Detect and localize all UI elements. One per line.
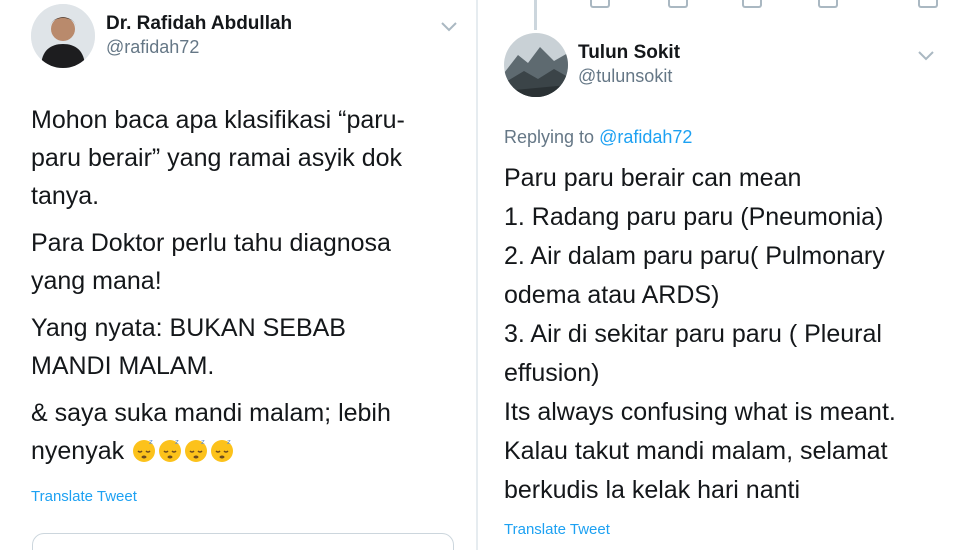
tweet-paragraph: Yang nyata: BUKAN SEBAB MANDI MALAM. — [31, 314, 346, 380]
translate-tweet-link[interactable]: Translate Tweet — [31, 488, 137, 505]
avatar-photo — [31, 4, 95, 68]
author-handle[interactable]: @rafidah72 — [106, 37, 199, 58]
avatar[interactable] — [504, 33, 568, 97]
tweet-right: Tulun Sokit @tulunsokit Replying to @raf… — [478, 0, 960, 550]
share-icon[interactable] — [818, 0, 838, 8]
tweet-line: berkudis la kelak hari nanti — [504, 476, 800, 504]
tweet-line: 1. Radang paru paru (Pneumonia) — [504, 203, 884, 231]
replying-to: Replying to @rafidah72 — [504, 127, 692, 148]
more-icon[interactable] — [918, 0, 938, 8]
sleeping-face-emoji-icon: z — [133, 438, 156, 462]
author-handle[interactable]: @tulunsokit — [578, 66, 672, 87]
sleeping-face-emoji-icon: z — [185, 438, 208, 462]
emoji-group: zzzz — [124, 437, 235, 465]
author-name[interactable]: Dr. Rafidah Abdullah — [106, 13, 292, 35]
like-icon[interactable] — [742, 0, 762, 8]
retweet-icon[interactable] — [668, 0, 688, 8]
translate-tweet-link[interactable]: Translate Tweet — [504, 521, 610, 538]
tweet-text: Mohon baca apa klasifikasi “paru-paru be… — [31, 101, 451, 479]
sleeping-face-emoji-icon: z — [211, 438, 234, 462]
svg-text:z: z — [149, 438, 153, 446]
svg-text:z: z — [175, 438, 179, 446]
tweet-line: 3. Air di sekitar paru paru ( Pleural — [504, 320, 882, 348]
tweet-paragraph-last: & saya suka mandi malam; lebih nyenyak z… — [31, 394, 411, 470]
tweet-paragraph: Mohon baca apa klasifikasi “paru-paru be… — [31, 106, 405, 210]
tweet-line: Its always confusing what is meant. — [504, 398, 896, 426]
tweet-line: 2. Air dalam paru paru( Pulmonary — [504, 242, 885, 270]
replying-prefix: Replying to — [504, 127, 595, 147]
tweet-left: Dr. Rafidah Abdullah @rafidah72 Mohon ba… — [0, 0, 476, 550]
tweet-text: Paru paru berair can mean 1. Radang paru… — [504, 159, 954, 510]
tweet-paragraph: Para Doktor perlu tahu diagnosa yang man… — [31, 229, 391, 295]
author-name[interactable]: Tulun Sokit — [578, 42, 680, 64]
tweet-line: Paru paru berair can mean — [504, 164, 802, 192]
replying-mention-link[interactable]: @rafidah72 — [599, 127, 692, 147]
chevron-down-icon[interactable] — [440, 20, 458, 34]
chevron-down-icon[interactable] — [917, 49, 935, 63]
avatar-photo — [504, 33, 568, 97]
svg-text:z: z — [227, 438, 231, 446]
tweet-line: Kalau takut mandi malam, selamat — [504, 437, 888, 465]
quoted-tweet-card[interactable] — [32, 533, 454, 550]
tweet-line: odema atau ARDS) — [504, 281, 720, 309]
avatar[interactable] — [31, 4, 95, 68]
svg-text:z: z — [201, 438, 205, 446]
tweet-line: effusion) — [504, 359, 600, 387]
reply-icon[interactable] — [590, 0, 610, 8]
action-bar-partial — [478, 0, 960, 12]
sleeping-face-emoji-icon: z — [159, 438, 182, 462]
